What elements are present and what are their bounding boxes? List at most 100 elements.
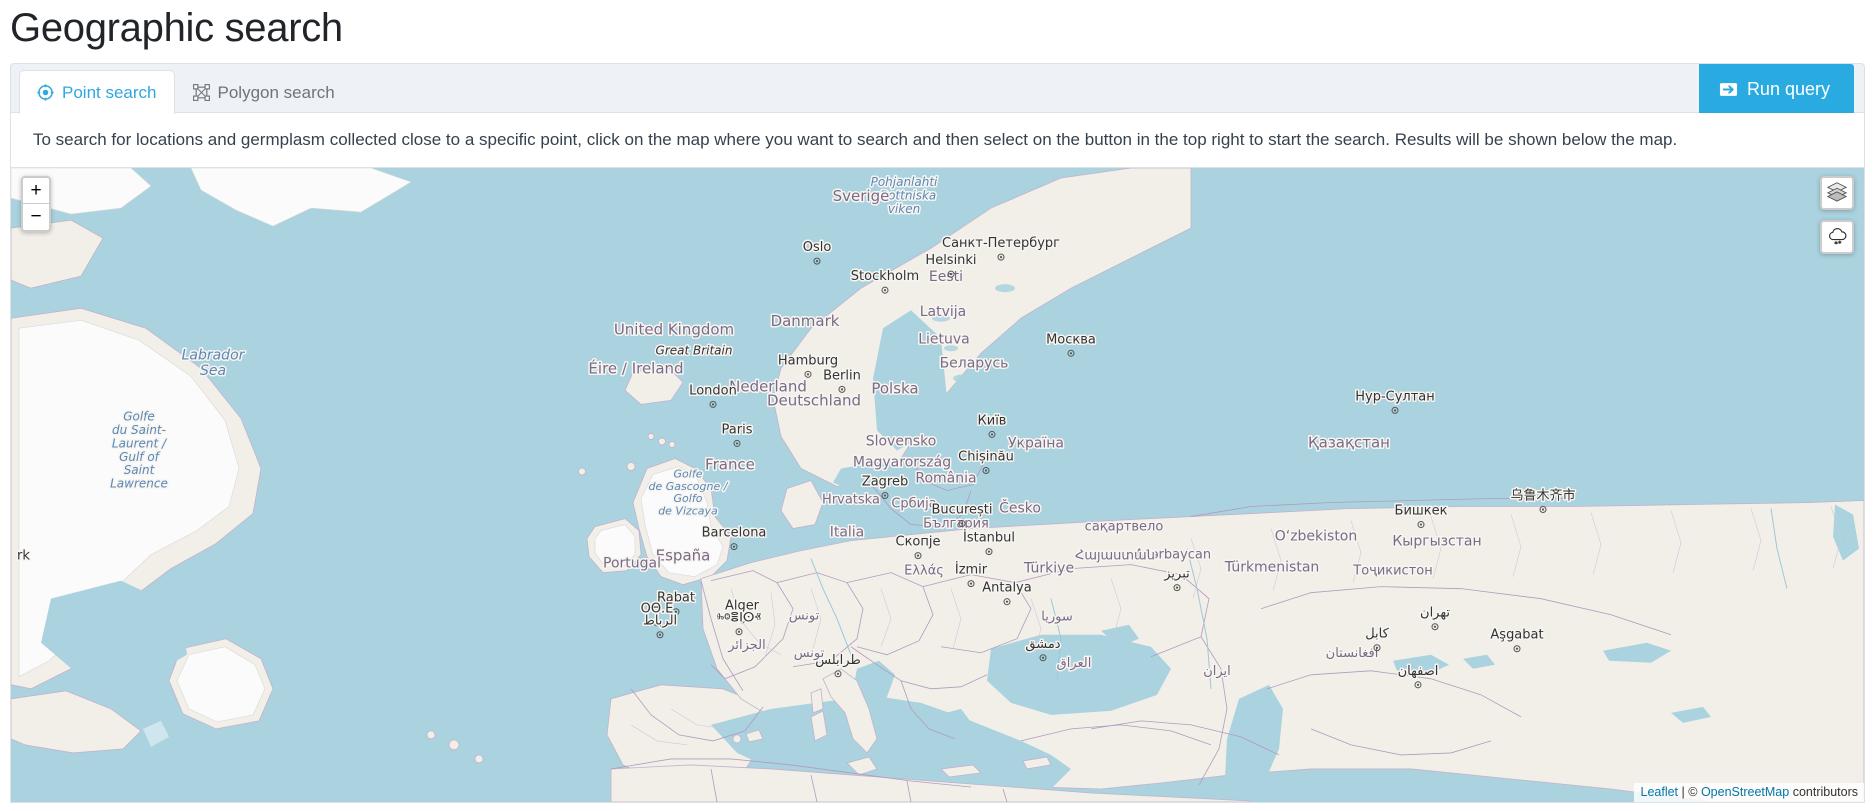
city-marker-dot: [984, 469, 988, 472]
map-label: България: [923, 517, 989, 532]
map-label: Aşgabat: [1490, 628, 1543, 643]
run-query-label: Run query: [1746, 78, 1830, 99]
city-marker-dot: [1175, 586, 1179, 589]
map-label: viken: [888, 202, 920, 216]
city-marker-dot: [1375, 646, 1379, 649]
map-label: کابل: [1365, 627, 1389, 642]
map-label: Türkmenistan: [1224, 560, 1320, 576]
map-label: Deutschland: [767, 391, 861, 409]
map-label: Москва: [1046, 332, 1096, 347]
map-label: сақартвело: [1085, 520, 1164, 535]
map-container[interactable]: .land { fill:#f2efe9; stroke:#c3b2cc; st…: [10, 168, 1865, 803]
city-marker-dot: [1041, 656, 1045, 659]
map-label: Lietuva: [918, 331, 969, 347]
map-label: rk: [17, 549, 30, 564]
map-label: Eesti: [929, 269, 963, 285]
map-label: Скопје: [896, 535, 941, 550]
map-label: Italia: [830, 525, 865, 541]
map-label: București: [931, 503, 992, 518]
map-label: Golfe: [123, 409, 155, 423]
map-label: İzmir: [955, 562, 988, 578]
weather-layer-control[interactable]: [1820, 220, 1854, 254]
map-label: Тоҷикистон: [1352, 564, 1432, 579]
zoom-in-button[interactable]: +: [23, 178, 49, 204]
city-marker-dot: [836, 672, 840, 675]
map-label: Київ: [978, 413, 1007, 428]
map-label: Slovensko: [866, 433, 937, 449]
map-label: O‘zbekiston: [1275, 529, 1357, 545]
cloud-snow-icon: [1826, 224, 1848, 251]
city-marker-dot: [735, 442, 739, 445]
city-marker-dot: [1419, 523, 1423, 526]
city-marker-dot: [1433, 625, 1437, 628]
tab-polygon-search[interactable]: Polygon search: [175, 70, 353, 114]
map-attribution: Leaflet | © OpenStreetMap contributors: [1633, 783, 1864, 802]
map-label: Қазақстан: [1308, 433, 1390, 451]
city-marker-dot: [1515, 647, 1519, 650]
map-label: Hrvatska: [822, 493, 880, 508]
map-label: افغانستان: [1326, 646, 1379, 661]
instruction-panel: To search for locations and germplasm co…: [10, 113, 1865, 168]
map-label: ایران: [1203, 664, 1231, 679]
city-marker-dot: [732, 545, 736, 548]
arrow-right-in-box-icon: [1719, 80, 1738, 99]
map-label: Helsinki: [925, 253, 976, 268]
map-label: Кыргызстан: [1392, 534, 1481, 550]
map-label: Հայաստան: [1075, 549, 1155, 564]
map-label: الجزائر: [727, 638, 766, 653]
city-marker-dot: [969, 582, 973, 585]
map-label: United Kingdom: [614, 320, 734, 338]
map-label: Paris: [722, 422, 753, 437]
zoom-out-button[interactable]: −: [23, 204, 49, 230]
page-title: Geographic search: [10, 6, 343, 50]
layers-control[interactable]: [1820, 176, 1854, 210]
map-label: France: [705, 455, 755, 473]
map-label: Sea: [200, 363, 226, 379]
city-marker-dot: [737, 630, 741, 633]
city-marker-dot: [990, 433, 994, 436]
openstreetmap-link[interactable]: OpenStreetMap: [1701, 785, 1789, 799]
tab-label: Point search: [62, 82, 157, 102]
map-label: Saint: [124, 463, 156, 477]
map-label: Great Britain: [656, 343, 733, 357]
map-label: Latvija: [920, 304, 966, 320]
map-label: Türkiye: [1023, 561, 1074, 577]
crosshair-icon: [37, 84, 54, 101]
map-label: România: [915, 470, 976, 486]
map-label: Magyarország: [853, 454, 951, 470]
city-marker-dot: [815, 260, 819, 263]
map-label: Sverige: [833, 187, 890, 205]
map-canvas[interactable]: .land { fill:#f2efe9; stroke:#c3b2cc; st…: [11, 168, 1864, 802]
map-label: اصفهان: [1398, 664, 1439, 679]
map-label: de Gascogne /: [649, 480, 729, 493]
layers-stack-icon: [1826, 180, 1848, 207]
map-label: Chișinău: [958, 449, 1014, 464]
city-marker-dot: [711, 403, 715, 406]
map-label: Oslo: [803, 240, 832, 255]
leaflet-link[interactable]: Leaflet: [1641, 785, 1679, 799]
run-query-button[interactable]: Run query: [1698, 64, 1854, 114]
map-label: Україна: [1008, 435, 1064, 451]
tab-point-search[interactable]: Point search: [19, 70, 175, 114]
map-label: Berlin: [823, 368, 861, 383]
contributors-label: contributors: [1792, 785, 1858, 799]
map-label: Hamburg: [778, 353, 838, 368]
zoom-control[interactable]: + −: [21, 176, 51, 232]
map-label: España: [656, 547, 711, 565]
map-label: دمشق: [1025, 637, 1060, 652]
map-label: Polska: [871, 379, 918, 397]
map-label: Danmark: [771, 312, 840, 330]
map-label: Беларусь: [940, 355, 1009, 371]
map-label: تبریز: [1163, 567, 1190, 582]
city-marker-dot: [960, 522, 964, 525]
map-label: Ελλάς: [904, 564, 944, 579]
map-label: Antalya: [982, 581, 1031, 596]
map-label: Stockholm: [851, 269, 919, 284]
map-label: Laurent /: [112, 436, 168, 450]
map-label: Barcelona: [702, 526, 767, 541]
map-label: London: [689, 383, 737, 398]
city-marker-dot: [916, 554, 920, 557]
map-label: Golfo: [674, 492, 703, 505]
map-label: İstanbul: [963, 530, 1015, 546]
city-marker-dot: [674, 610, 678, 613]
